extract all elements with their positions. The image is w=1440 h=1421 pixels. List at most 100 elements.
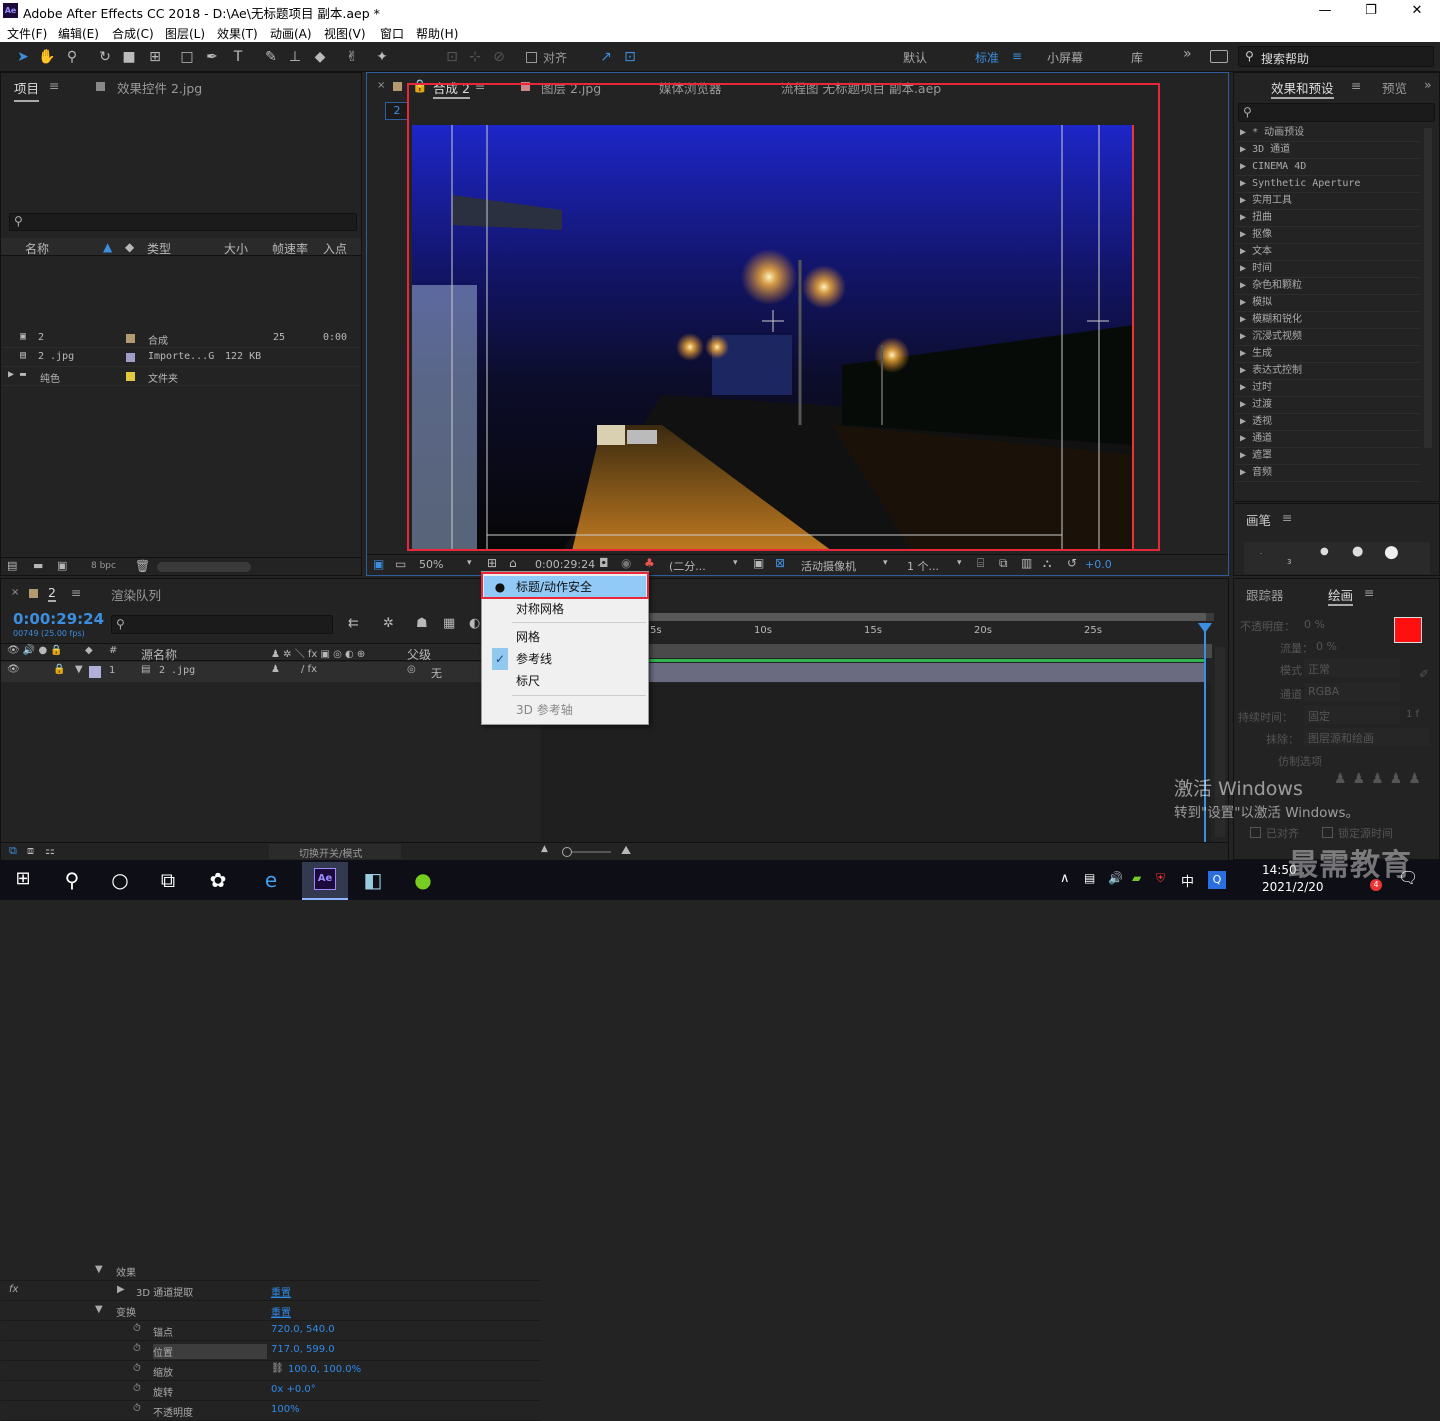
project-item-row[interactable]: ▤ 2 .jpg Importe...G 122 KB — [2, 348, 360, 367]
col-parent[interactable]: 父级 — [407, 646, 431, 663]
effect-category[interactable]: ▶ 模拟 — [1236, 295, 1421, 312]
menu-item[interactable]: 对称网格 — [484, 598, 646, 620]
workspace-default[interactable]: 默认 — [903, 49, 927, 66]
property-row[interactable]: ⏱ 缩放 ⛓ 100.0, 100.0% — [1, 1361, 541, 1381]
pen-tool-icon[interactable]: ✒ — [203, 48, 221, 66]
timeline-search-input[interactable]: ⚲ — [111, 615, 333, 634]
effect-category[interactable]: ▶ 过时 — [1236, 380, 1421, 397]
toggle-pixel-icon[interactable]: ⌸ — [977, 556, 984, 571]
new-comp-icon[interactable]: ▣ — [57, 559, 67, 572]
sync-settings-icon[interactable] — [1210, 50, 1228, 63]
draft-3d-icon[interactable]: ✲ — [383, 616, 394, 631]
effect-category[interactable]: ▶ 生成 — [1236, 346, 1421, 363]
panel-more-icon[interactable]: » — [1424, 77, 1432, 92]
frame-blending-icon[interactable]: ▦ — [443, 616, 455, 631]
tray-chevron-icon[interactable]: ∧ — [1060, 871, 1070, 886]
flowchart-icon[interactable]: ⛬ — [1043, 556, 1051, 571]
aligned-checkbox[interactable] — [1250, 827, 1261, 838]
view-axis-icon[interactable]: ⊘ — [490, 48, 508, 66]
effect-category[interactable]: ▶ 抠像 — [1236, 227, 1421, 244]
hand-tool-icon[interactable]: ✋ — [38, 48, 56, 66]
property-value[interactable]: 重置 — [271, 1304, 291, 1319]
property-row[interactable]: ⏱ 不透明度 100% — [1, 1401, 541, 1421]
tab-tracker[interactable]: 跟踪器 — [1246, 585, 1284, 604]
brush-dot-9[interactable]: ● — [1352, 544, 1363, 559]
expand-chevron-icon[interactable]: ▼ — [75, 664, 83, 675]
rotate-tool-icon[interactable]: ↻ — [96, 48, 114, 66]
transfer-controls-icon[interactable]: ⧈ — [27, 844, 34, 858]
zoom-select[interactable]: 50% — [419, 558, 443, 571]
property-value[interactable]: 720.0, 540.0 — [271, 1324, 335, 1335]
selection-tool-icon[interactable]: ➤ — [14, 48, 32, 66]
zoom-out-icon[interactable]: ▲ — [541, 844, 548, 854]
action-center-icon[interactable]: 🗨 — [1398, 868, 1418, 887]
stopwatch-icon[interactable]: ⏱ — [133, 1363, 141, 1374]
close-tab-icon[interactable]: × — [377, 80, 385, 91]
pickwhip-icon[interactable]: ◎ — [407, 664, 416, 675]
ime-indicator[interactable]: 中 — [1181, 871, 1194, 890]
viewer-timecode[interactable]: 0:00:29:24 — [535, 558, 595, 571]
col-type[interactable]: 类型 — [147, 240, 171, 257]
effect-category[interactable]: ▶ 实用工具 — [1236, 193, 1421, 210]
lime-app-icon[interactable]: ● — [408, 866, 438, 894]
effect-category[interactable]: ▶ CINEMA 4D — [1236, 159, 1421, 176]
comp-mini-flowchart-icon[interactable]: ⇇ — [348, 616, 359, 631]
property-row[interactable]: fx ▶ 3D 通道提取 重置 — [1, 1281, 541, 1301]
col-name[interactable]: 名称 — [25, 240, 49, 257]
grid-guides-icon[interactable]: ⊞ — [487, 556, 497, 570]
cortana-icon[interactable]: ○ — [105, 866, 135, 894]
exposure-value[interactable]: +0.0 — [1085, 558, 1112, 571]
media-app-icon[interactable]: ◧ — [358, 866, 388, 894]
effect-category[interactable]: ▶ 音频 — [1236, 465, 1421, 482]
channel-icon[interactable]: ♣ — [644, 556, 655, 570]
link-icon[interactable]: ⛓ — [271, 1363, 284, 1374]
stretch-icon[interactable]: ⚏ — [45, 844, 55, 857]
effect-category[interactable]: ▶ 透视 — [1236, 414, 1421, 431]
menu-help[interactable]: 帮助(H) — [416, 25, 458, 42]
comp-breadcrumb[interactable]: 2 — [385, 102, 409, 120]
work-area-bar[interactable] — [646, 613, 1214, 621]
workspace-more-button[interactable]: » — [1183, 46, 1192, 62]
tab-paint[interactable]: 绘画 — [1328, 585, 1354, 606]
snap-target-icon[interactable]: ⊡ — [621, 48, 639, 66]
shy-layers-icon[interactable]: ☗ — [416, 616, 428, 631]
time-ruler[interactable]: 5s 10s 15s 20s 25s — [646, 624, 1214, 642]
effect-category[interactable]: ▶ 沉浸式视频 — [1236, 329, 1421, 346]
qq-icon[interactable]: Q — [1208, 871, 1226, 889]
close-tab-icon[interactable]: × — [11, 587, 19, 598]
menu-item[interactable]: ✓ 参考线 — [484, 648, 646, 670]
ie-browser-icon[interactable]: e — [256, 866, 286, 894]
duration-select[interactable]: 固定 — [1304, 706, 1400, 724]
maximize-button[interactable]: ❐ — [1348, 0, 1394, 22]
camera-tool-icon[interactable]: ■ — [120, 48, 138, 66]
property-value[interactable]: 717.0, 599.0 — [271, 1344, 335, 1355]
effects-search-input[interactable]: ⚲ — [1238, 103, 1435, 122]
property-value[interactable]: 重置 — [271, 1284, 291, 1299]
panel-menu-icon[interactable]: ≡ — [1364, 585, 1374, 600]
zoom-in-icon[interactable]: ⛰ — [621, 843, 631, 858]
world-axis-icon[interactable]: ⊹ — [466, 48, 484, 66]
bpc-label[interactable]: 8 bpc — [91, 561, 116, 571]
stopwatch-icon[interactable]: ⏱ — [133, 1383, 141, 1394]
project-search-input[interactable]: ⚲ — [9, 213, 357, 231]
views-select[interactable]: 1 个... — [907, 558, 939, 574]
tab-preview[interactable]: 预览 — [1382, 78, 1407, 97]
property-row[interactable]: ⏱ 旋转 0x +0.0° — [1, 1381, 541, 1401]
menu-item[interactable]: 网格 — [484, 626, 646, 648]
shy-switch-icon[interactable]: ♟ — [271, 664, 280, 675]
timeline-icon[interactable]: ▥ — [1021, 556, 1032, 570]
motion-blur-icon[interactable]: ◐ — [469, 616, 480, 631]
brush-dot-5[interactable]: ● — [1320, 546, 1329, 557]
puppet-tool-icon[interactable]: ✦ — [373, 48, 391, 66]
panel-menu-icon[interactable]: ≡ — [1351, 78, 1361, 93]
task-view-icon[interactable]: ⧉ — [153, 866, 183, 894]
channel-select[interactable]: RGBA — [1304, 683, 1400, 701]
layer-name[interactable]: 2 .jpg — [159, 665, 195, 676]
effect-category[interactable]: ▶ 遮罩 — [1236, 448, 1421, 465]
effect-category[interactable]: ▶ 杂色和颗粒 — [1236, 278, 1421, 295]
effect-category[interactable]: ▶ 表达式控制 — [1236, 363, 1421, 380]
layer-label-color[interactable] — [89, 666, 101, 678]
property-value[interactable]: 100.0, 100.0% — [288, 1364, 361, 1375]
clone-stamp-tool-icon[interactable]: ⊥ — [286, 48, 304, 66]
transparency-grid-icon[interactable]: ⊠ — [775, 556, 785, 570]
